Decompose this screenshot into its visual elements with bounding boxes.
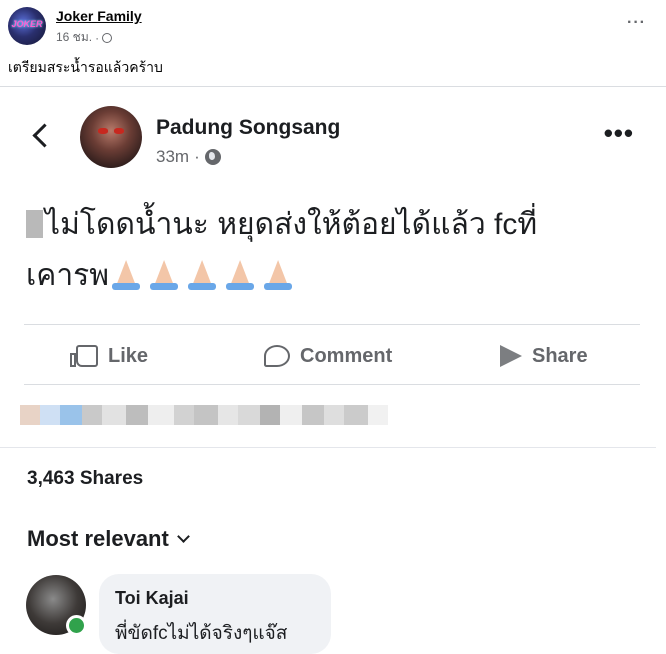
blurred-text [26,210,43,238]
comment-sort-dropdown: Most relevant [27,526,190,552]
divider [24,324,640,325]
author-name: Padung Songsang [156,116,341,139]
share-label: Share [532,344,588,367]
back-arrow-icon [32,123,57,148]
comment-label: Comment [300,344,393,367]
comment-author: Toi Kajai [115,588,189,608]
page-name-link[interactable]: Joker Family [56,8,142,24]
post-time[interactable]: 16 ชม. [56,28,92,47]
post-text-line-2: เคารพ [26,250,646,301]
page-avatar[interactable]: JOKER [8,7,46,45]
online-status-icon [66,615,87,636]
shared-screenshot[interactable]: Padung Songsang 33m · ••• ไม่โดดน้ำนะ หย… [0,87,666,654]
folded-hands-icon [109,259,143,291]
post-text-line-1: ไม่โดดน้ำนะ หยุดส่งให้ต้อยได้แล้ว fcที่ [26,199,646,250]
post-meta: 16 ชม. · [56,28,113,47]
thumbs-up-icon [70,345,98,367]
chevron-down-icon [176,530,190,543]
author-meta: 33m · [156,147,221,167]
comment-icon [264,345,290,367]
like-button: Like [70,341,149,371]
folded-hands-emoji-row [109,259,295,291]
like-label: Like [108,344,149,367]
sort-label: Most relevant [27,526,169,551]
globe-icon [102,32,113,43]
comment-bubble: Toi Kajai พี่ขัดfcไม่ได้จริงๆแจ๊ส [99,574,331,654]
blurred-reactions [20,402,420,428]
meta-separator: · [95,30,100,45]
page-logo: JOKER [11,19,43,29]
more-options-icon: ••• [603,118,634,148]
post-text-1: ไม่โดดน้ำนะ หยุดส่งให้ต้อยได้แล้ว fcที่ [45,208,538,241]
post-text-2: เคารพ [26,259,110,292]
author-time: 33m [156,147,190,166]
folded-hands-icon [147,259,181,291]
folded-hands-icon [223,259,257,291]
folded-hands-icon [185,259,219,291]
more-options-icon[interactable]: ··· [627,14,646,32]
shares-count: 3,463 Shares [27,468,144,489]
globe-icon [204,149,221,165]
comment-button: Comment [264,341,392,371]
author-avatar [80,106,142,168]
share-arrow-icon [500,345,522,367]
post-caption: เตรียมสระน้ำรอแล้วคร้าบ [8,59,163,75]
share-button: Share [500,341,588,371]
divider [24,384,640,385]
meta-separator: · [194,147,200,166]
comment-text: พี่ขัดfcไม่ได้จริงๆแจ๊ส [115,623,288,644]
post-body: ไม่โดดน้ำนะ หยุดส่งให้ต้อยได้แล้ว fcที่ … [26,199,646,301]
divider [0,447,656,448]
folded-hands-icon [261,259,295,291]
post-header: JOKER Joker Family 16 ชม. · ··· [0,0,666,50]
